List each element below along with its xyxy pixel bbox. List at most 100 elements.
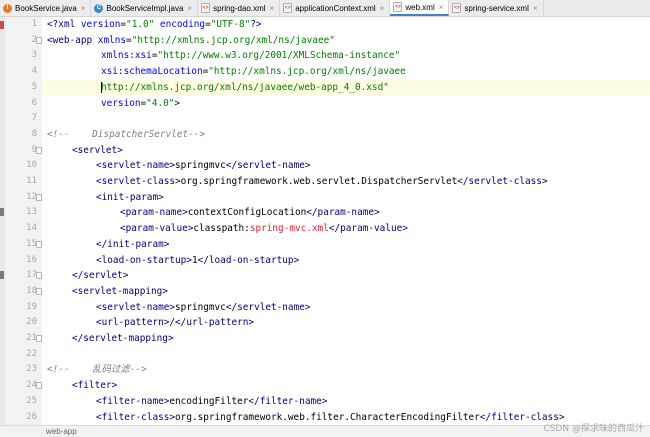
line-number-gutter: 1 2 3 4 5 6 7 8 9 10 11 12 13 14 15 16 17 18 19 20 21 22 23 24 2… xyxy=(5,17,42,425)
code-line-19[interactable]: <servlet-name>springmvc</servlet-name> xyxy=(96,300,311,316)
fold-toggle-icon[interactable] xyxy=(36,240,42,248)
unresolved-reference: spring-mvc.xml xyxy=(249,223,329,235)
line-number[interactable]: 13 xyxy=(5,205,37,221)
attr-name: xmlns xyxy=(92,34,127,46)
code-line-14[interactable]: <param-value>classpath:spring-mvc.xml</p… xyxy=(120,221,408,237)
code-line-6[interactable]: version="4.0"> xyxy=(101,96,180,112)
tab-bookservice-java[interactable]: I BookService.java × xyxy=(0,0,92,16)
tag-text: springmvc xyxy=(175,301,226,313)
line-number[interactable]: 6 xyxy=(5,96,37,112)
line-number[interactable]: 1 xyxy=(5,17,37,33)
code-line-18[interactable]: <servlet-mapping> xyxy=(72,284,168,300)
tag-close: </init-param> xyxy=(96,238,170,250)
fold-toggle-icon[interactable] xyxy=(36,146,42,154)
line-number[interactable]: 19 xyxy=(5,300,37,316)
code-line-13[interactable]: <param-name>contextConfigLocation</param… xyxy=(120,205,380,221)
tab-label: BookService.java xyxy=(15,3,77,13)
code-line-16[interactable]: <load-on-startup>1</load-on-startup> xyxy=(96,253,299,269)
code-line-8[interactable]: <!-- DispatcherServlet--> xyxy=(47,127,205,143)
tag-open: <init-param> xyxy=(96,191,164,203)
attr-value: http://xmlns.jcp.org/xml/ns/javaee/web-a… xyxy=(101,81,389,93)
line-number[interactable]: 12 xyxy=(5,190,37,206)
line-number[interactable]: 10 xyxy=(5,158,37,174)
tab-label: web.xml xyxy=(405,2,435,12)
close-icon[interactable]: × xyxy=(380,4,385,13)
code-line-25[interactable]: <filter-name>encodingFilter</filter-name… xyxy=(96,394,327,410)
tab-spring-service-xml[interactable]: <> spring-service.xml × xyxy=(449,0,544,16)
line-number[interactable]: 11 xyxy=(5,174,37,190)
tag-close: </servlet> xyxy=(72,270,129,282)
code-line-5[interactable]: http://xmlns.jcp.org/xml/ns/javaee/web-a… xyxy=(101,80,389,96)
tab-web-xml[interactable]: <> web.xml × xyxy=(390,0,450,16)
close-icon[interactable]: × xyxy=(187,4,192,13)
xml-file-icon: <> xyxy=(393,2,403,12)
line-number[interactable]: 2 xyxy=(5,33,37,49)
fold-toggle-icon[interactable] xyxy=(36,193,42,201)
attr-value: "http://xmlns.jcp.org/xml/ns/javaee" xyxy=(131,34,335,46)
line-number[interactable]: 8 xyxy=(5,127,37,143)
line-number[interactable]: 7 xyxy=(5,111,37,127)
code-line-15[interactable]: </init-param> xyxy=(96,237,169,253)
code-line-24[interactable]: <filter> xyxy=(72,378,117,394)
line-number[interactable]: 14 xyxy=(5,221,37,237)
close-icon[interactable]: × xyxy=(270,4,275,13)
line-number[interactable]: 5 xyxy=(5,80,37,96)
bookmark-marker xyxy=(0,208,4,216)
code-line-11[interactable]: <servlet-class>org.springframework.web.s… xyxy=(96,174,548,190)
tag-close: </servlet-name> xyxy=(225,301,311,313)
code-editor[interactable]: 1 2 3 4 5 6 7 8 9 10 11 12 13 14 15 16 17 18 19 20 21 22 23 24 2… xyxy=(0,17,650,425)
code-line-20[interactable]: <url-pattern>/</url-pattern> xyxy=(96,315,254,331)
tag-open: <param-value> xyxy=(120,223,194,235)
tab-applicationcontext-xml[interactable]: <> applicationContext.xml × xyxy=(280,0,391,16)
tag-close: </param-name> xyxy=(306,207,380,219)
line-number[interactable]: 25 xyxy=(5,394,37,410)
attr-name: version xyxy=(101,97,141,109)
line-number[interactable]: 17 xyxy=(5,268,37,284)
fold-toggle-icon[interactable] xyxy=(36,287,42,295)
code-line-21[interactable]: </servlet-mapping> xyxy=(72,331,174,347)
watermark: CSDN @探求味的西瓜汁 xyxy=(543,424,644,434)
line-number[interactable]: 9 xyxy=(5,143,37,159)
code-line-17[interactable]: </servlet> xyxy=(72,268,128,284)
line-number[interactable]: 18 xyxy=(5,284,37,300)
line-number[interactable]: 15 xyxy=(5,237,37,253)
line-number[interactable]: 20 xyxy=(5,315,37,331)
close-icon[interactable]: × xyxy=(533,4,538,13)
close-icon[interactable]: × xyxy=(439,3,444,12)
code-line-1[interactable]: <?xml version="1.0" encoding="UTF-8"?> xyxy=(47,17,262,33)
xml-comment: <!-- DispatcherServlet--> xyxy=(47,128,206,140)
tag-open: <web-app xyxy=(47,34,93,46)
line-number[interactable]: 22 xyxy=(5,347,37,363)
close-icon[interactable]: × xyxy=(81,4,86,13)
line-number[interactable]: 4 xyxy=(5,64,37,80)
line-number[interactable]: 26 xyxy=(5,410,37,426)
tag-close: </servlet-class> xyxy=(457,176,548,187)
code-line-10[interactable]: <servlet-name>springmvc</servlet-name> xyxy=(96,158,311,174)
tab-spring-dao-xml[interactable]: <> spring-dao.xml × xyxy=(198,0,281,16)
line-number[interactable]: 3 xyxy=(5,48,37,64)
code-line-26[interactable]: <filter-class>org.springframework.web.fi… xyxy=(96,410,565,426)
fold-toggle-icon[interactable] xyxy=(36,335,42,342)
fold-toggle-icon[interactable] xyxy=(36,272,42,280)
tag-close: </param-value> xyxy=(328,223,408,235)
tag-open: <servlet-class> xyxy=(96,176,181,187)
code-line-12[interactable]: <init-param> xyxy=(96,190,164,206)
line-number[interactable]: 16 xyxy=(5,253,37,269)
tab-label: spring-dao.xml xyxy=(213,3,266,13)
line-number[interactable]: 21 xyxy=(5,331,37,347)
breadcrumb[interactable]: web-app xyxy=(46,426,77,437)
line-number[interactable]: 24 xyxy=(5,378,37,394)
tab-bookserviceimpl-java[interactable]: C BookServiceImpl.java × xyxy=(91,0,199,16)
code-line-2[interactable]: <web-app xmlns="http://xmlns.jcp.org/xml… xyxy=(47,33,335,49)
code-line-4[interactable]: xsi:schemaLocation="http://xmlns.jcp.org… xyxy=(101,64,406,80)
code-line-3[interactable]: xmlns:xsi="http://www.w3.org/2001/XMLSch… xyxy=(101,48,400,64)
xml-file-icon: <> xyxy=(201,3,211,13)
tag-text: classpath: xyxy=(193,223,250,235)
bookmark-marker xyxy=(0,271,4,279)
fold-toggle-icon[interactable] xyxy=(36,36,42,44)
attr-value: "http://www.w3.org/2001/XMLSchema-instan… xyxy=(157,50,401,62)
code-line-23[interactable]: <!-- 乱码过滤--> xyxy=(47,362,147,378)
code-line-9[interactable]: <servlet> xyxy=(72,143,123,159)
fold-toggle-icon[interactable] xyxy=(36,382,42,390)
line-number[interactable]: 23 xyxy=(5,362,37,378)
